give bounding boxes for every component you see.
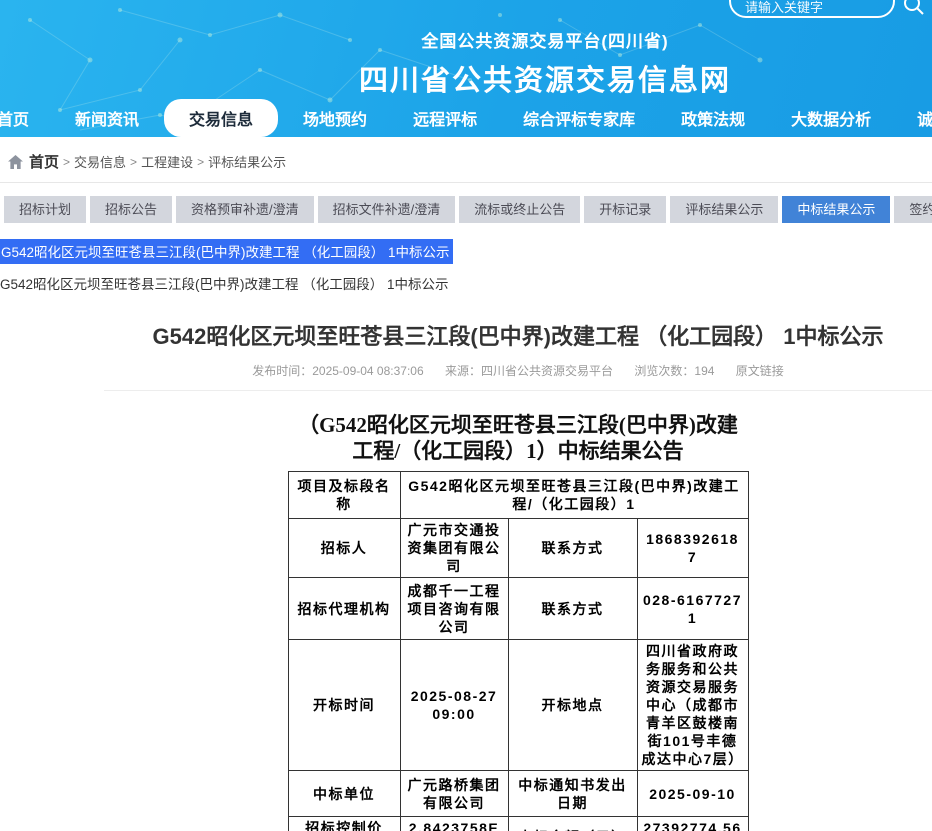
breadcrumb: 首页 > 交易信息 > 工程建设 > 评标结果公示: [0, 151, 932, 183]
breadcrumb-home[interactable]: 首页: [29, 151, 59, 172]
notice-date-value: 2025-09-10: [637, 771, 748, 817]
tab-bid-announcement[interactable]: 招标公告: [90, 196, 172, 223]
winner-value: 广元路桥集团有限公司: [400, 771, 508, 817]
nav-item-expert-db[interactable]: 综合评标专家库: [500, 106, 658, 130]
project-name-label: 项目及标段名称: [288, 472, 400, 519]
published-time: 2025-09-04 08:37:06: [312, 364, 423, 378]
opening-place-label: 开标地点: [508, 640, 637, 771]
nav-item-bigdata[interactable]: 大数据分析: [768, 106, 894, 130]
nav-item-integrity[interactable]: 诚信监督: [894, 106, 932, 130]
site-header: 全国公共资源交易平台(四川省) 四川省公共资源交易信息网 首页 新闻资讯 交易信…: [0, 0, 932, 137]
result-list: G542昭化区元坝至旺苍县三江段(巴中界)改建工程 （化工园段） 1中标公示 G…: [0, 239, 932, 293]
agency-contact-label: 联系方式: [508, 578, 637, 640]
opening-time-label: 开标时间: [288, 640, 400, 771]
breadcrumb-engineering[interactable]: 工程建设: [141, 152, 193, 171]
published-label: 发布时间：: [252, 364, 312, 378]
original-link[interactable]: 原文链接: [736, 364, 784, 378]
main-nav: 首页 新闻资讯 交易信息 场地预约 远程评标 综合评标专家库 政策法规 大数据分…: [0, 98, 932, 137]
tab-prequal-supplement[interactable]: 资格预审补遗/澄清: [176, 196, 314, 223]
result-link[interactable]: G542昭化区元坝至旺苍县三江段(巴中界)改建工程 （化工园段） 1中标公示: [0, 273, 932, 293]
opening-time-value: 2025-08-27 09:00: [400, 640, 508, 771]
breadcrumb-separator: >: [130, 155, 137, 169]
tenderer-label: 招标人: [288, 519, 400, 578]
tab-docs-supplement[interactable]: 招标文件补遗/澄清: [318, 196, 456, 223]
notice-date-label: 中标通知书发出日期: [508, 771, 637, 817]
nav-item-news[interactable]: 新闻资讯: [52, 106, 162, 130]
agency-value: 成都千一工程项目咨询有限公司: [400, 578, 508, 640]
control-price-label: 招标控制价（元）: [288, 817, 400, 831]
nav-item-remote-eval[interactable]: 远程评标: [390, 106, 500, 130]
result-link-selected[interactable]: G542昭化区元坝至旺苍县三江段(巴中界)改建工程 （化工园段） 1中标公示: [0, 239, 453, 264]
page-title: G542昭化区元坝至旺苍县三江段(巴中界)改建工程 （化工园段） 1中标公示: [104, 319, 932, 351]
agency-label: 招标代理机构: [288, 578, 400, 640]
tab-award-results[interactable]: 中标结果公示: [782, 196, 890, 223]
breadcrumb-eval-results[interactable]: 评标结果公示: [208, 152, 286, 171]
breadcrumb-separator: >: [197, 155, 204, 169]
table-row: 开标时间 2025-08-27 09:00 开标地点 四川省政府政务服务和公共资…: [288, 640, 748, 771]
breadcrumb-trade-info[interactable]: 交易信息: [74, 152, 126, 171]
table-row: 招标控制价（元） 2.8423758E7 中标金额（元） 27392774.56…: [288, 817, 748, 831]
table-row: 招标代理机构 成都千一工程项目咨询有限公司 联系方式 028-61677271: [288, 578, 748, 640]
award-amount-value: 27392774.56元: [637, 817, 748, 831]
tenderer-value: 广元市交通投资集团有限公司: [400, 519, 508, 578]
article-meta: 发布时间：2025-09-04 08:37:06 来源：四川省公共资源交易平台 …: [104, 362, 932, 391]
control-price-value: 2.8423758E7: [400, 817, 508, 831]
award-table: 项目及标段名称 G542昭化区元坝至旺苍县三江段(巴中界)改建工程/（化工园段）…: [288, 471, 749, 831]
project-name-value: G542昭化区元坝至旺苍县三江段(巴中界)改建工程/（化工园段）1: [400, 472, 748, 519]
nav-item-home[interactable]: 首页: [0, 106, 52, 130]
site-title: 四川省公共资源交易信息网: [158, 57, 932, 99]
nav-item-trade-info[interactable]: 交易信息: [164, 99, 278, 137]
tab-bid-opening-record[interactable]: 开标记录: [584, 196, 666, 223]
platform-title: 全国公共资源交易平台(四川省): [158, 27, 932, 52]
opening-place-value: 四川省政府政务服务和公共资源交易服务中心（成都市青羊区鼓楼南街101号丰德成达中…: [637, 640, 748, 771]
table-row: 项目及标段名称 G542昭化区元坝至旺苍县三江段(巴中界)改建工程/（化工园段）…: [288, 472, 748, 519]
tab-contract-performance[interactable]: 签约履行: [894, 196, 932, 223]
article: G542昭化区元坝至旺苍县三江段(巴中界)改建工程 （化工园段） 1中标公示 发…: [104, 319, 932, 831]
breadcrumb-separator: >: [63, 155, 70, 169]
announcement-title: （G542昭化区元坝至旺苍县三江段(巴中界)改建工程/（化工园段）1）中标结果公…: [292, 412, 744, 464]
winner-label: 中标单位: [288, 771, 400, 817]
source-value: 四川省公共资源交易平台: [481, 364, 613, 378]
home-icon: [8, 155, 23, 169]
tenderer-contact-value: 18683926187: [637, 519, 748, 578]
nav-item-venue[interactable]: 场地预约: [280, 106, 390, 130]
views-count: 194: [694, 364, 714, 378]
tenderer-contact-label: 联系方式: [508, 519, 637, 578]
tab-eval-results[interactable]: 评标结果公示: [670, 196, 778, 223]
category-tabs: 招标计划 招标公告 资格预审补遗/澄清 招标文件补遗/澄清 流标或终止公告 开标…: [4, 196, 932, 223]
views-label: 浏览次数：: [634, 364, 694, 378]
source-label: 来源：: [445, 364, 481, 378]
tab-bid-plan[interactable]: 招标计划: [4, 196, 86, 223]
table-row: 中标单位 广元路桥集团有限公司 中标通知书发出日期 2025-09-10: [288, 771, 748, 817]
award-amount-label: 中标金额（元）: [508, 817, 637, 831]
tab-failed-termination[interactable]: 流标或终止公告: [459, 196, 580, 223]
nav-item-policy[interactable]: 政策法规: [658, 106, 768, 130]
agency-contact-value: 028-61677271: [637, 578, 748, 640]
table-row: 招标人 广元市交通投资集团有限公司 联系方式 18683926187: [288, 519, 748, 578]
